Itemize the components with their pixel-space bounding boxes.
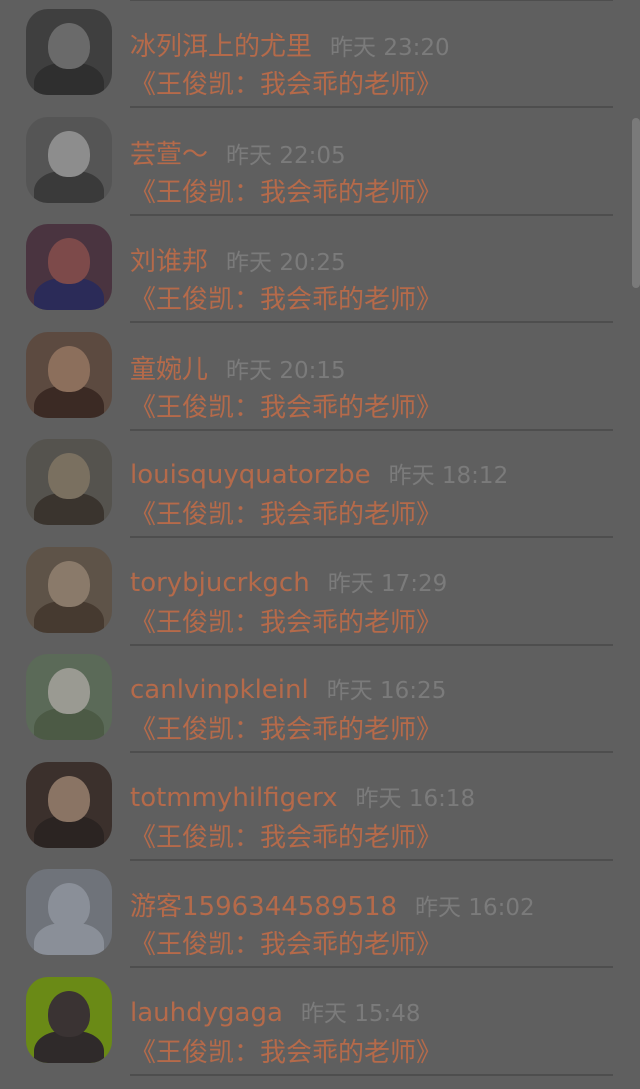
avatar[interactable] — [26, 439, 112, 525]
timestamp: 昨天 22:05 — [226, 143, 346, 169]
avatar[interactable] — [26, 654, 112, 740]
name-line: totmmyhilfigerx 昨天 16:18 — [130, 779, 475, 813]
item-info: 冰列洱上的尤里 昨天 23:20 《王俊凯：我会乖的老师》 — [130, 0, 613, 108]
item-info: totmmyhilfigerx 昨天 16:18 《王俊凯：我会乖的老师》 — [130, 753, 613, 861]
list-item[interactable]: louisquyquatorzbe 昨天 18:12 《王俊凯：我会乖的老师》 — [0, 430, 640, 538]
story-title-link[interactable]: 《王俊凯：我会乖的老师》 — [130, 924, 442, 961]
avatar[interactable] — [26, 977, 112, 1063]
user-name[interactable]: lauhdygaga — [130, 998, 283, 1028]
name-line: 游客1596344589518 昨天 16:02 — [130, 886, 535, 923]
list-item[interactable]: canlvinpkleinl 昨天 16:25 《王俊凯：我会乖的老师》 — [0, 645, 640, 753]
timestamp: 昨天 16:02 — [415, 895, 535, 921]
list-item[interactable]: 冰列洱上的尤里 昨天 23:20 《王俊凯：我会乖的老师》 — [0, 0, 640, 108]
timestamp: 昨天 15:48 — [300, 1001, 421, 1027]
story-title-link[interactable]: 《王俊凯：我会乖的老师》 — [130, 1032, 442, 1069]
user-name[interactable]: louisquyquatorzbe — [130, 460, 371, 490]
user-name[interactable]: 刘谁邦 — [130, 247, 208, 277]
avatar-face — [48, 561, 90, 607]
story-title-link[interactable]: 《王俊凯：我会乖的老师》 — [130, 64, 442, 101]
list-item[interactable]: 童婉儿 昨天 20:15 《王俊凯：我会乖的老师》 — [0, 323, 640, 431]
name-line: lauhdygaga 昨天 15:48 — [130, 994, 420, 1028]
item-info: 童婉儿 昨天 20:15 《王俊凯：我会乖的老师》 — [130, 323, 613, 431]
user-name[interactable]: torybjucrkgch — [130, 568, 310, 598]
list-item[interactable]: 芸萱～ 昨天 22:05 《王俊凯：我会乖的老师》 — [0, 108, 640, 216]
avatar-face — [48, 238, 90, 284]
story-title-link[interactable]: 《王俊凯：我会乖的老师》 — [130, 709, 442, 746]
list-item[interactable]: lauhdygaga 昨天 15:48 《王俊凯：我会乖的老师》 — [0, 968, 640, 1076]
timestamp: 昨天 16:25 — [326, 678, 447, 704]
divider — [130, 0, 613, 1]
avatar-face — [48, 453, 90, 499]
story-title-link[interactable]: 《王俊凯：我会乖的老师》 — [130, 602, 442, 639]
timestamp: 昨天 20:15 — [226, 358, 346, 384]
timestamp: 昨天 20:25 — [226, 250, 346, 276]
user-name[interactable]: canlvinpkleinl — [130, 675, 309, 705]
timestamp: 昨天 23:20 — [330, 35, 450, 61]
list-item[interactable]: torybjucrkgch 昨天 17:29 《王俊凯：我会乖的老师》 — [0, 538, 640, 646]
avatar[interactable] — [26, 762, 112, 848]
timestamp: 昨天 18:12 — [388, 463, 509, 489]
list-item[interactable]: 游客1596344589518 昨天 16:02 《王俊凯：我会乖的老师》 — [0, 860, 640, 968]
item-info: canlvinpkleinl 昨天 16:25 《王俊凯：我会乖的老师》 — [130, 645, 613, 753]
name-line: 童婉儿 昨天 20:15 — [130, 349, 346, 386]
divider — [130, 1074, 613, 1076]
name-line: 刘谁邦 昨天 20:25 — [130, 241, 346, 278]
avatar[interactable] — [26, 869, 112, 955]
user-name[interactable]: totmmyhilfigerx — [130, 783, 338, 813]
avatar[interactable] — [26, 117, 112, 203]
name-line: 冰列洱上的尤里 昨天 23:20 — [130, 26, 450, 63]
item-info: torybjucrkgch 昨天 17:29 《王俊凯：我会乖的老师》 — [130, 538, 613, 646]
avatar-face — [48, 668, 90, 714]
avatar[interactable] — [26, 332, 112, 418]
item-info: 芸萱～ 昨天 22:05 《王俊凯：我会乖的老师》 — [130, 108, 613, 216]
user-name[interactable]: 童婉儿 — [130, 355, 208, 385]
avatar-face — [48, 131, 90, 177]
list-item[interactable]: totmmyhilfigerx 昨天 16:18 《王俊凯：我会乖的老师》 — [0, 753, 640, 861]
avatar[interactable] — [26, 224, 112, 310]
avatar-face — [48, 776, 90, 822]
user-name[interactable]: 冰列洱上的尤里 — [130, 32, 312, 62]
avatar-face — [48, 23, 90, 69]
name-line: torybjucrkgch 昨天 17:29 — [130, 564, 447, 598]
avatar-face — [48, 991, 90, 1037]
story-title-link[interactable]: 《王俊凯：我会乖的老师》 — [130, 494, 442, 531]
user-name[interactable]: 游客1596344589518 — [130, 892, 397, 922]
scrollbar[interactable] — [632, 118, 640, 288]
timestamp: 昨天 17:29 — [327, 571, 448, 597]
item-info: 刘谁邦 昨天 20:25 《王俊凯：我会乖的老师》 — [130, 215, 613, 323]
avatar-face — [48, 346, 90, 392]
name-line: 芸萱～ 昨天 22:05 — [130, 134, 346, 171]
story-title-link[interactable]: 《王俊凯：我会乖的老师》 — [130, 172, 442, 209]
name-line: louisquyquatorzbe 昨天 18:12 — [130, 456, 508, 490]
item-info: 游客1596344589518 昨天 16:02 《王俊凯：我会乖的老师》 — [130, 860, 613, 968]
story-title-link[interactable]: 《王俊凯：我会乖的老师》 — [130, 279, 442, 316]
item-info: louisquyquatorzbe 昨天 18:12 《王俊凯：我会乖的老师》 — [130, 430, 613, 538]
avatar[interactable] — [26, 547, 112, 633]
name-line: canlvinpkleinl 昨天 16:25 — [130, 671, 446, 705]
avatar-face — [48, 883, 90, 929]
avatar[interactable] — [26, 9, 112, 95]
user-name[interactable]: 芸萱～ — [130, 140, 208, 170]
item-info: lauhdygaga 昨天 15:48 《王俊凯：我会乖的老师》 — [130, 968, 613, 1076]
story-title-link[interactable]: 《王俊凯：我会乖的老师》 — [130, 817, 442, 854]
story-title-link[interactable]: 《王俊凯：我会乖的老师》 — [130, 387, 442, 424]
timestamp: 昨天 16:18 — [355, 786, 476, 812]
list-item[interactable]: 刘谁邦 昨天 20:25 《王俊凯：我会乖的老师》 — [0, 215, 640, 323]
